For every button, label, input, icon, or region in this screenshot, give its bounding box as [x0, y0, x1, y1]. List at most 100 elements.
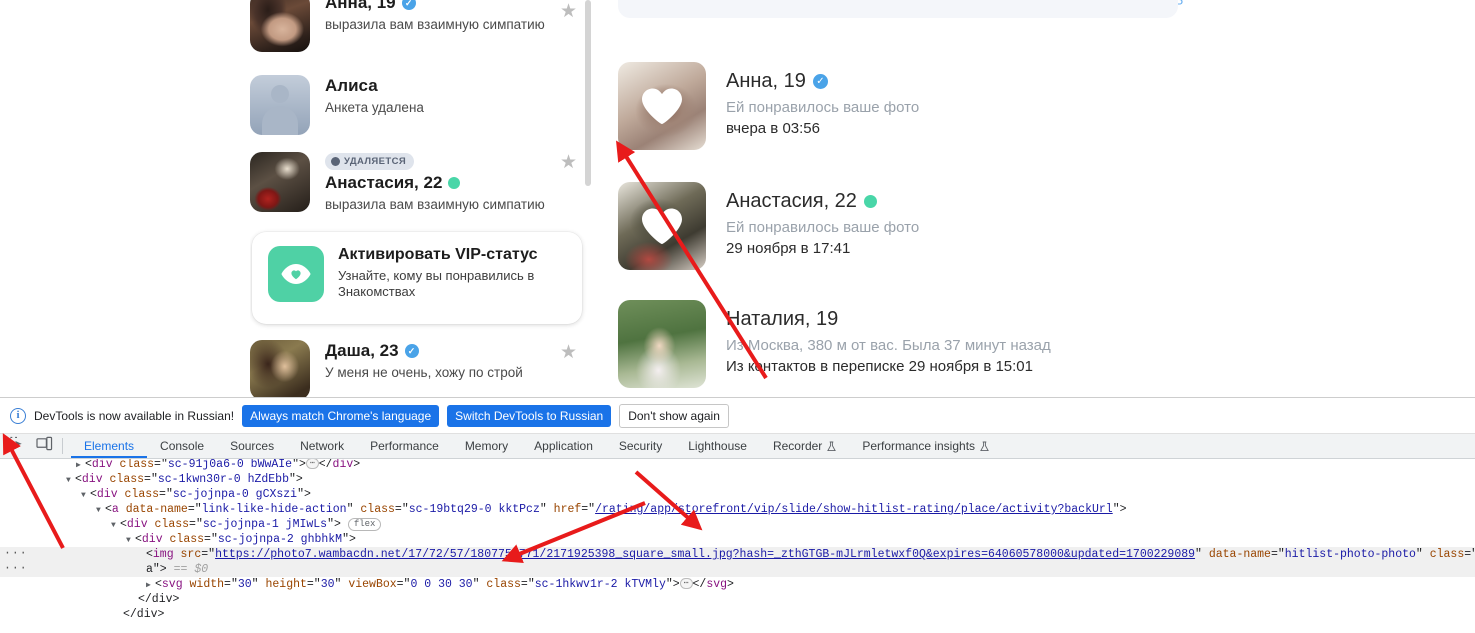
dom-value: sc-91j0a6-0 bWwAIe: [167, 459, 293, 471]
hitlist-photo-photo[interactable]: [618, 182, 706, 270]
list-item-subtitle: Ей понравилось ваше фото: [726, 99, 920, 116]
dom-node[interactable]: ▼ <div class="sc-jojnpa-2 ghbhkM">: [0, 532, 1475, 547]
list-item[interactable]: Даша, 23 ✓ У меня не очень, хожу по стро…: [250, 340, 523, 400]
dom-tag: a: [111, 503, 119, 516]
hitlist-photo-photo[interactable]: [618, 62, 706, 150]
list-item-subtitle: Анкета удалена: [325, 100, 424, 115]
inspect-element-svg: [9, 436, 22, 451]
list-item-name-text: Анна, 19: [325, 0, 396, 12]
dont-show-again-button[interactable]: Don't show again: [619, 403, 729, 428]
dom-node[interactable]: ▼ <div class="sc-jojnpa-1 jMIwLs"> flex: [0, 517, 1475, 532]
dom-src-link[interactable]: https://photo7.wambacdn.net/17/72/57/180…: [215, 548, 1195, 561]
avatar[interactable]: [250, 152, 310, 212]
list-item-body: Анна, 19 ✓ Ей понравилось ваше фото вчер…: [726, 62, 919, 150]
flex-badge[interactable]: flex: [347, 518, 382, 531]
tab-label: Performance insights: [862, 439, 976, 453]
tab-elements[interactable]: Elements: [71, 434, 147, 458]
list-item-body: Анастасия, 22 Ей понравилось ваше фото 2…: [726, 182, 919, 270]
list-item[interactable]: УДАЛЯЕТСЯ Анастасия, 22 выразила вам вза…: [250, 152, 545, 212]
dom-attr: class: [119, 459, 155, 471]
hitlist-column: Анна, 19 ✓ Ей понравилось ваше фото вчер…: [618, 0, 1238, 400]
avatar[interactable]: [250, 0, 310, 52]
eye-heart-svg: [281, 264, 311, 284]
selected-node-marker: == $0: [173, 563, 209, 576]
devtools-tabs: Elements Console Sources Network Perform…: [63, 434, 1002, 458]
vip-promo-card[interactable]: Активировать VIP-статус Узнайте, кому вы…: [252, 232, 582, 324]
collapsed-children-icon[interactable]: ⋯: [305, 459, 319, 469]
dom-tag: div: [81, 473, 103, 486]
list-item-name: Алиса: [325, 76, 424, 96]
dom-node[interactable]: ▼ <div class="sc-jojnpa-0 gCXszi">: [0, 487, 1475, 502]
tab-recorder[interactable]: Recorder: [760, 434, 849, 458]
tab-application[interactable]: Application: [521, 434, 606, 458]
avatar[interactable]: [250, 340, 310, 400]
avatar-placeholder[interactable]: [250, 75, 310, 135]
list-item[interactable]: Анна, 19 ✓ выразила вам взаимную симпати…: [250, 0, 545, 52]
dom-node-selected-img[interactable]: <img src="https://photo7.wambacdn.net/17…: [0, 546, 1475, 562]
infobar-message: DevTools is now available in Russian!: [34, 408, 235, 423]
vip-card-description: Узнайте, кому вы понравились в Знакомств…: [338, 268, 535, 300]
collapse-triangle-icon[interactable]: ▼: [96, 503, 105, 518]
dom-node-close[interactable]: </div>: [0, 592, 1475, 607]
devtools-tool-icons: [0, 434, 62, 458]
elements-dom-tree[interactable]: ▶ <div class="sc-91j0a6-0 bWwAIe"> ⋯ </div>…: [0, 459, 1475, 633]
tab-performance[interactable]: Performance: [357, 434, 452, 458]
list-item[interactable]: Алиса Анкета удалена: [250, 75, 424, 135]
list-item[interactable]: Наталия, 19 Из Москва, 380 м от вас. Был…: [618, 300, 1051, 388]
list-item-name-text: Даша, 23: [325, 341, 399, 360]
dom-node-selected-img-wrap[interactable]: a"> == $0: [0, 561, 1475, 577]
clock-icon: [331, 157, 340, 166]
online-status-icon: [863, 195, 877, 208]
switch-to-russian-button[interactable]: Switch DevTools to Russian: [447, 404, 612, 427]
tab-console[interactable]: Console: [147, 434, 217, 458]
dom-node-row-clipped[interactable]: ▶ <div class="sc-91j0a6-0 bWwAIe"> ⋯ </div>: [0, 459, 1475, 472]
always-match-language-button[interactable]: Always match Chrome's language: [242, 404, 440, 427]
collapse-triangle-icon[interactable]: ▼: [111, 518, 120, 533]
collapse-triangle-icon[interactable]: ▼: [66, 473, 75, 488]
list-item[interactable]: Анна, 19 ✓ Ей понравилось ваше фото вчер…: [618, 62, 919, 150]
dom-node[interactable]: ▼ <div class="sc-1kwn30r-0 hZdEbb">: [0, 472, 1475, 487]
expand-triangle-icon[interactable]: ▶: [76, 459, 85, 472]
tab-sources[interactable]: Sources: [217, 434, 287, 458]
dom-node-close[interactable]: </div>: [0, 607, 1475, 622]
collapse-triangle-icon[interactable]: ▼: [126, 533, 135, 548]
dom-value: 30: [320, 578, 335, 591]
tab-label: Sources: [230, 439, 275, 453]
dom-attr: class: [169, 533, 205, 546]
list-item-name: Анна, 19 ✓: [726, 70, 919, 93]
dom-href-link[interactable]: /rating/app/storefront/vip/slide/show-hi…: [595, 503, 1113, 516]
vip-card-text: Активировать VIP-статус Узнайте, кому вы…: [338, 246, 538, 310]
hitlist-photo-photo[interactable]: [618, 300, 706, 388]
tab-lighthouse[interactable]: Lighthouse: [675, 434, 760, 458]
expand-triangle-icon[interactable]: ▶: [146, 578, 155, 593]
dom-value: hitlist-photo-photo: [1284, 548, 1416, 561]
inspect-element-icon[interactable]: [9, 436, 24, 456]
list-item[interactable]: Анастасия, 22 Ей понравилось ваше фото 2…: [618, 182, 919, 270]
list-item-name-text: Анна, 19: [726, 70, 806, 92]
device-toolbar-icon[interactable]: [36, 436, 53, 456]
collapse-triangle-icon[interactable]: ▼: [81, 488, 90, 503]
dom-attr: href: [553, 503, 582, 516]
collapsed-children-icon[interactable]: ⋯: [679, 578, 693, 589]
favorite-star-icon[interactable]: ★: [560, 343, 577, 362]
tab-memory[interactable]: Memory: [452, 434, 521, 458]
favorite-star-icon[interactable]: ★: [560, 2, 577, 21]
info-icon: i: [10, 407, 26, 424]
likes-list-scrollbar[interactable]: [585, 0, 591, 186]
tab-network[interactable]: Network: [287, 434, 357, 458]
dom-close-tag: </div>: [138, 593, 180, 606]
dom-tag: div: [96, 488, 118, 501]
list-item-body: Алиса Анкета удалена: [325, 75, 424, 135]
web-page-area: Активируйте VIP Анна, 19 ✓ выразила вам …: [0, 0, 1475, 400]
vip-card-title: Активировать VIP-статус: [338, 246, 538, 263]
dom-node-svg[interactable]: ▶ <svg width="30" height="30" viewBox="0 …: [0, 577, 1475, 592]
devtools-language-infobar: i DevTools is now available in Russian! …: [0, 398, 1475, 434]
list-item-timestamp: Из контактов в переписке 29 ноября в 15:…: [726, 358, 1033, 375]
list-item-name-text: Наталия, 19: [726, 308, 839, 330]
favorite-star-icon[interactable]: ★: [560, 153, 577, 172]
tab-performance-insights[interactable]: Performance insights: [849, 434, 1002, 458]
tab-security[interactable]: Security: [606, 434, 675, 458]
list-item-subtitle: выразила вам взаимную симпатию: [325, 17, 545, 32]
dom-node-anchor[interactable]: ▼ <a data-name="link-like-hide-action" cl…: [0, 502, 1475, 517]
dom-node[interactable]: ▶ <div class="sc-91j0a6-0 bWwAIe"> ⋯ </div>: [0, 459, 360, 472]
